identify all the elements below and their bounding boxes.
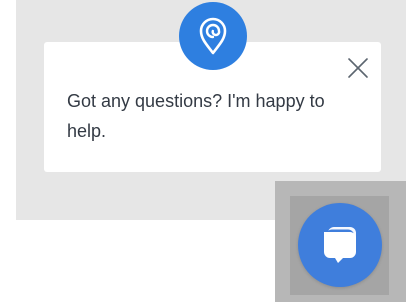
- brand-avatar: [179, 2, 247, 70]
- close-button[interactable]: [347, 57, 369, 79]
- location-pin-swirl-icon: [199, 17, 227, 55]
- popup-message: Got any questions? I'm happy to help.: [67, 91, 325, 141]
- close-icon: [348, 58, 368, 78]
- chat-bubbles-icon: [324, 227, 356, 263]
- chat-widget: Got any questions? I'm happy to help.: [0, 0, 414, 302]
- chat-launcher-button[interactable]: [298, 203, 382, 287]
